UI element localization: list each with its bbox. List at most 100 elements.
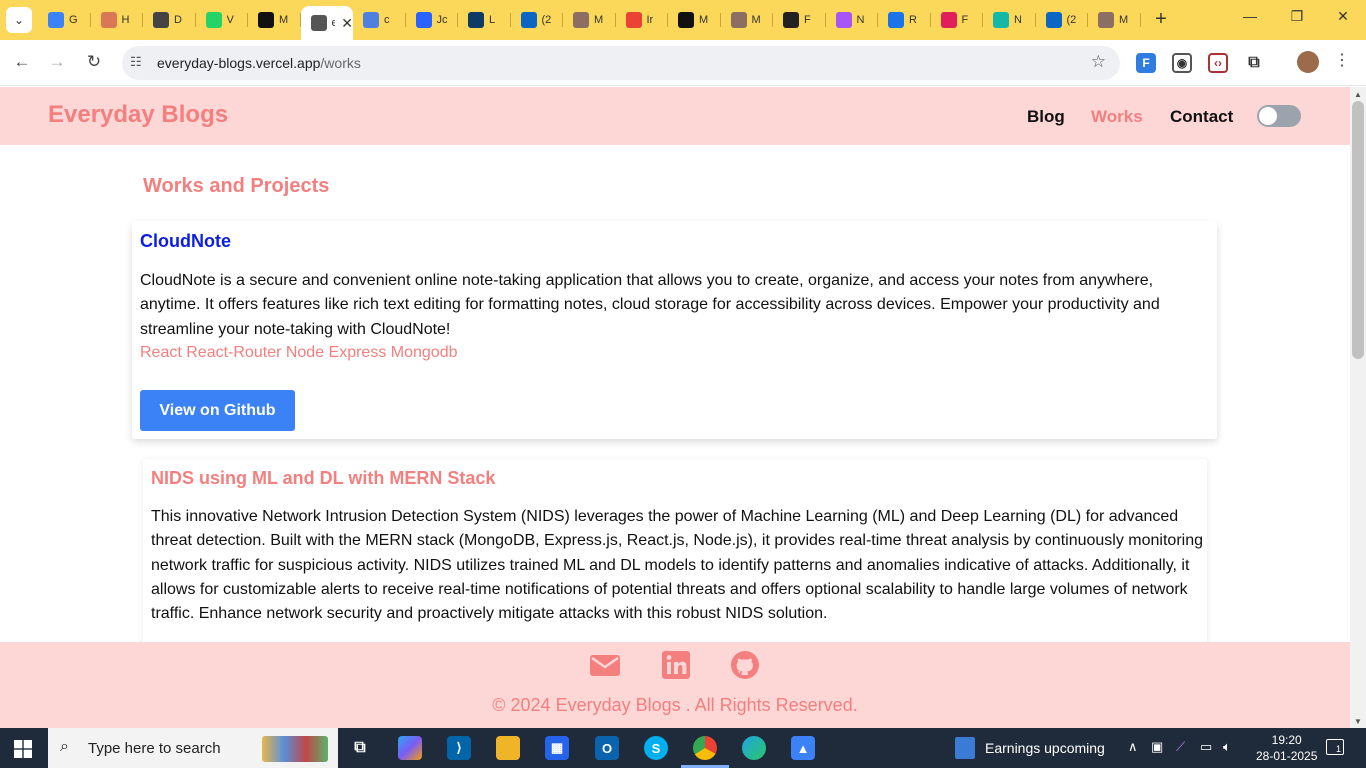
scroll-up-icon[interactable]: ▲: [1354, 90, 1362, 99]
browser-tab[interactable]: H: [91, 6, 144, 34]
windows-start-icon[interactable]: [14, 740, 32, 758]
file-explorer-icon[interactable]: [496, 736, 520, 760]
mail-icon[interactable]: [590, 651, 620, 679]
site-settings-icon[interactable]: ☷: [130, 54, 142, 70]
theme-toggle[interactable]: [1257, 105, 1301, 127]
browser-tab[interactable]: V: [196, 6, 249, 34]
browser-tab[interactable]: N: [826, 6, 879, 34]
taskbar-search-box[interactable]: ⌕ Type here to search: [48, 728, 338, 768]
fv-icon: [468, 12, 484, 28]
page-viewport: Everyday Blogs Blog Works Contact Works …: [0, 87, 1350, 728]
browser-toolbar: ← → ↻ ☷ everyday-blogs.vercel.app/works …: [0, 40, 1366, 86]
browser-tab[interactable]: F: [931, 6, 984, 34]
task-view-icon[interactable]: ⧉: [348, 736, 372, 760]
new-tab-button[interactable]: +: [1150, 8, 1172, 30]
tray-device-icon[interactable]: ▣: [1151, 739, 1163, 755]
clock-time: 19:20: [1271, 733, 1302, 747]
browser-tab[interactable]: Ir: [616, 6, 669, 34]
browser-tab[interactable]: (2: [1036, 6, 1089, 34]
reload-icon[interactable]: ↻: [83, 52, 105, 72]
browser-tab[interactable]: (2: [511, 6, 564, 34]
browser-tab[interactable]: G: [38, 6, 91, 34]
notification-count: 1: [1336, 744, 1342, 754]
outlook-icon[interactable]: O: [595, 736, 619, 760]
tab-title: V: [226, 14, 234, 26]
github-icon[interactable]: [730, 651, 760, 679]
tray-pen-icon[interactable]: ⟋: [1176, 739, 1185, 755]
tab-title: F: [961, 14, 969, 26]
browser-tab[interactable]: c: [353, 6, 406, 34]
github-icon: [258, 12, 274, 28]
extension-code-icon[interactable]: ‹›: [1208, 53, 1228, 73]
taskbar-clock[interactable]: 19:20 28-01-2025: [1256, 732, 1317, 764]
extension-lens-icon[interactable]: ◉: [1172, 53, 1192, 73]
tab-title: c: [384, 14, 390, 26]
browser-tab[interactable]: e ✕: [300, 6, 353, 40]
nav-works-link[interactable]: Works: [1091, 107, 1143, 127]
site-header: Everyday Blogs Blog Works Contact: [0, 87, 1350, 145]
photos-icon[interactable]: ▲: [791, 736, 815, 760]
page-scrollbar[interactable]: ▲ ▼: [1350, 87, 1366, 728]
tab-title: M: [751, 14, 761, 26]
whatsapp-icon: [205, 12, 222, 28]
linkedin-icon[interactable]: [661, 651, 691, 679]
avatar-icon: [1098, 12, 1114, 28]
tab-search-chevron-icon[interactable]: ⌄: [6, 7, 32, 33]
back-arrow-icon[interactable]: ←: [11, 52, 33, 72]
scroll-down-icon[interactable]: ▼: [1354, 717, 1362, 726]
window-close-icon[interactable]: ✕: [1333, 8, 1353, 25]
browser-tab[interactable]: M: [563, 6, 616, 34]
browser-tab[interactable]: M: [668, 6, 721, 34]
address-bar[interactable]: ☷ everyday-blogs.vercel.app/works ☆: [122, 46, 1120, 80]
slack-icon: [940, 12, 957, 28]
view-on-github-button[interactable]: View on Github: [140, 390, 295, 431]
browser-menu-icon[interactable]: ⋮: [1334, 50, 1350, 70]
browser-tab[interactable]: L: [458, 6, 511, 34]
forward-arrow-icon[interactable]: →: [46, 52, 68, 72]
site-brand[interactable]: Everyday Blogs: [48, 101, 228, 129]
url-text[interactable]: everyday-blogs.vercel.app/works: [157, 55, 361, 71]
notifications-icon[interactable]: 1: [1326, 739, 1344, 755]
browser-tab-strip: ⌄ G H D V Me ✕ c Jc L (2 M Ir M M F N R F N (2 M + — ❐ ✕: [0, 0, 1366, 40]
tab-title: L: [489, 14, 496, 26]
tray-chevron-icon[interactable]: ∧: [1128, 739, 1138, 755]
scrollbar-thumb[interactable]: [1352, 101, 1364, 359]
news-icon[interactable]: [955, 737, 975, 759]
sparkle-icon: [48, 12, 64, 28]
microsoft-store-icon[interactable]: ▦: [545, 736, 569, 760]
tab-title: (2: [1066, 14, 1077, 26]
browser-tab[interactable]: M: [1088, 6, 1141, 34]
nav-blog-link[interactable]: Blog: [1027, 107, 1065, 127]
extensions-puzzle-icon[interactable]: ⧉: [1244, 53, 1264, 73]
vscode-icon[interactable]: ⟩: [447, 736, 471, 760]
edge-icon[interactable]: [742, 736, 766, 760]
battery-icon[interactable]: ▭: [1200, 739, 1212, 755]
tab-title: H: [121, 14, 130, 26]
tab-title: G: [69, 14, 78, 26]
skype-icon[interactable]: S: [644, 736, 668, 760]
copilot-icon[interactable]: [398, 736, 422, 760]
extension-f-icon[interactable]: F: [1136, 53, 1156, 73]
openai-icon: [153, 12, 169, 28]
tab-close-icon[interactable]: ✕: [341, 15, 353, 32]
tab-title: R: [909, 14, 917, 26]
footer-copyright: © 2024 Everyday Blogs . All Rights Reser…: [492, 695, 858, 715]
volume-icon[interactable]: 🔈︎: [1223, 739, 1231, 755]
restore-icon[interactable]: ❐: [1287, 8, 1307, 25]
section-title: Works and Projects: [143, 175, 330, 197]
browser-tab[interactable]: D: [143, 6, 196, 34]
profile-avatar[interactable]: [1297, 51, 1319, 73]
browser-tab[interactable]: M: [248, 6, 301, 34]
news-headline[interactable]: Earnings upcoming: [985, 740, 1105, 756]
bookmark-star-icon[interactable]: ☆: [1091, 52, 1106, 72]
browser-tab[interactable]: F: [773, 6, 826, 34]
minimize-icon[interactable]: —: [1240, 8, 1260, 24]
avatar-icon: [730, 12, 747, 28]
browser-tab[interactable]: R: [878, 6, 931, 34]
chrome-icon[interactable]: [693, 736, 717, 760]
tab-title: M: [279, 14, 289, 26]
browser-tab[interactable]: M: [721, 6, 774, 34]
nav-contact-link[interactable]: Contact: [1170, 107, 1233, 127]
browser-tab[interactable]: N: [983, 6, 1036, 34]
browser-tab[interactable]: Jc: [406, 6, 459, 34]
